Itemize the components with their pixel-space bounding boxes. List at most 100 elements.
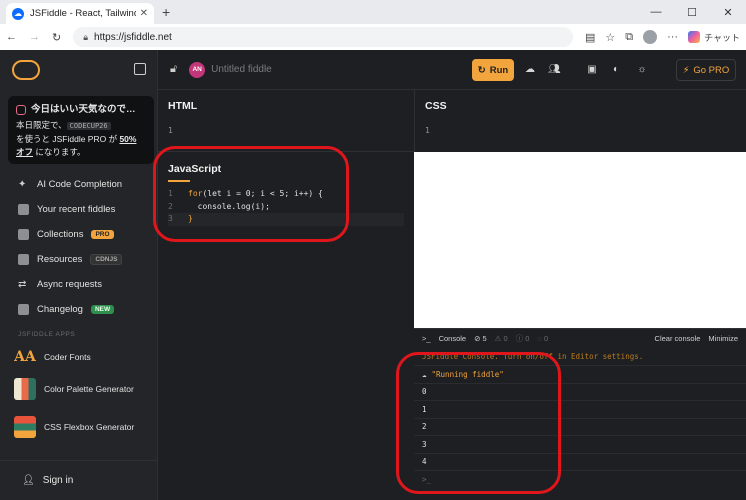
sidebar-item-changelog[interactable]: Changelog NEW [0, 297, 158, 322]
log-count-value: 0 [543, 334, 549, 343]
user-avatar[interactable]: AN [189, 61, 206, 78]
address-toolbar: ← → ↻ 🔒︎ https://jsfiddle.net ▤ ☆ ⧉ ··· … [0, 24, 746, 50]
sidebar-item-resources[interactable]: Resources CDNJS [0, 247, 158, 272]
close-window-button[interactable]: ✕ [710, 0, 746, 24]
console-tab[interactable]: Console [439, 334, 467, 343]
sidebar: 今日はいい天気なので… 本日限定で、 CODECUP26 を使うと JSFiddl… [0, 50, 158, 500]
app-label: CSS Flexbox Generator [44, 422, 135, 432]
more-icon[interactable]: ··· [667, 31, 678, 43]
promo-off: オフ [16, 147, 34, 157]
sidebar-item-label: Your recent fiddles [37, 204, 116, 215]
promo-banner[interactable]: 今日はいい天気なので… 本日限定で、 CODECUP26 を使うと JSFiddl… [8, 96, 154, 164]
promo-line2: を使うと JSFiddle PRO が [16, 134, 120, 144]
grid-icon [18, 204, 29, 215]
go-pro-button[interactable]: ⚡︎ Go PRO [676, 59, 736, 81]
address-bar[interactable]: 🔒︎ https://jsfiddle.net [73, 27, 573, 47]
palette-thumb-icon [14, 378, 36, 400]
collaborate-users-icon[interactable]: 👥︎ [548, 64, 561, 76]
bolt-icon: ⚡︎ [682, 64, 690, 76]
warn-count-value: 0 [503, 334, 508, 343]
sign-in-label: Sign in [42, 475, 74, 486]
theme-sun-icon[interactable]: ☼ [636, 64, 648, 76]
maximize-button[interactable]: ☐ [674, 0, 710, 24]
css-pane-title: CSS [425, 100, 447, 112]
layout-icon[interactable]: ▣ [586, 64, 598, 76]
sidebar-item-label: AI Code Completion [37, 179, 123, 190]
browser-tab[interactable]: ☁ JSFiddle - React, Tailwind, and cod ✕ [6, 3, 154, 24]
app-color-palette-generator[interactable]: Color Palette Generator [14, 378, 134, 400]
jsfiddle-logo-icon[interactable] [12, 60, 40, 80]
stack-icon [18, 229, 29, 240]
console-header: >_ Console ⊘ 5 ⚠ 0 ⓘ 0 ◌ 0 Clear console… [414, 328, 746, 348]
sign-in-button[interactable]: 👤︎ Sign in [0, 460, 158, 500]
css-editor-pane[interactable]: CSS 1 [414, 90, 746, 152]
site-info-icon[interactable]: 🔒︎ [83, 32, 88, 43]
info-count: ⓘ 0 [515, 334, 530, 343]
promo-line1: 本日限定で、 [16, 120, 67, 130]
tab-bar: ☁ JSFiddle - React, Tailwind, and cod ✕ … [0, 0, 746, 24]
html-pane-title: HTML [168, 100, 198, 112]
sidebar-item-recent-fiddles[interactable]: Your recent fiddles [0, 197, 158, 222]
info-count-value: 0 [525, 334, 530, 343]
minimize-console-button[interactable]: Minimize [708, 334, 738, 343]
app-label: Coder Fonts [44, 352, 91, 362]
jsfiddle-favicon-icon: ☁ [12, 7, 24, 20]
result-preview[interactable] [414, 152, 746, 328]
back-icon[interactable]: ← [6, 31, 17, 43]
log-count: ◌ 0 [537, 334, 549, 343]
browser-chrome: ☁ JSFiddle - React, Tailwind, and cod ✕ … [0, 0, 746, 50]
fiddle-title[interactable]: Untitled fiddle [211, 64, 272, 75]
upload-cloud-icon[interactable]: ☁ [524, 64, 536, 76]
app-coder-fonts[interactable]: AA Coder Fonts [14, 346, 91, 368]
promo-title: 今日はいい天気なので… [31, 104, 136, 115]
promo-code: CODECUP26 [66, 122, 111, 130]
html-editor-pane[interactable]: HTML 1 [158, 90, 414, 152]
copilot-button[interactable]: チャット [688, 31, 740, 44]
error-count: ⊘ 5 [474, 334, 487, 343]
promo-line3: になります。 [33, 147, 86, 157]
sidebar-item-collections[interactable]: Collections PRO [0, 222, 158, 247]
run-button[interactable]: ↻ Run [472, 59, 514, 81]
annotation-circle-console [396, 352, 561, 494]
user-icon: 👤︎ [22, 475, 35, 486]
warn-count: ⚠ 0 [494, 334, 508, 343]
clear-console-button[interactable]: Clear console [655, 334, 701, 343]
coder-fonts-thumb-icon: AA [14, 346, 36, 368]
layers-icon [18, 254, 29, 265]
sidebar-item-label: Resources [37, 254, 83, 265]
editor-topbar: 🔓︎ AN Untitled fiddle ↻ Run ☁ 👥︎ ▣ ◐ ☼ ⚡… [158, 50, 746, 90]
window-controls: — ☐ ✕ [638, 0, 746, 24]
error-count-value: 5 [482, 334, 487, 343]
forward-icon[interactable]: → [29, 31, 40, 43]
run-label: Run [489, 64, 509, 76]
copilot-label: チャット [704, 32, 740, 43]
sidebar-item-async-requests[interactable]: ⇄ Async requests [0, 272, 158, 297]
html-line-number: 1 [168, 126, 173, 135]
sidebar-item-label: Changelog [37, 304, 83, 315]
toggle-icon[interactable]: ◐ [610, 64, 622, 76]
sidebar-item-ai-code-completion[interactable]: ✦ AI Code Completion [0, 172, 158, 197]
new-tab-button[interactable]: + [162, 4, 170, 20]
profile-avatar[interactable] [643, 30, 658, 44]
reader-icon[interactable]: ▤ [585, 31, 595, 44]
tab-title: JSFiddle - React, Tailwind, and cod [30, 8, 136, 19]
collections-icon[interactable]: ⧉ [625, 31, 633, 44]
flexbox-thumb-icon [14, 416, 36, 438]
tab-close-icon[interactable]: ✕ [140, 8, 148, 19]
favorite-star-icon[interactable]: ☆ [605, 31, 615, 44]
apps-heading: JSFIDDLE APPS [18, 331, 76, 338]
minimize-button[interactable]: — [638, 0, 674, 24]
cdnjs-badge: CDNJS [90, 254, 123, 265]
new-badge: NEW [90, 305, 115, 314]
swap-icon: ⇄ [18, 279, 27, 290]
url-text: https://jsfiddle.net [94, 31, 172, 43]
copilot-icon [688, 31, 701, 43]
lock-icon[interactable]: 🔓︎ [170, 63, 177, 76]
run-icon: ↻ [477, 64, 486, 76]
sidebar-toggle-icon[interactable] [134, 63, 146, 75]
sparkle-icon: ✦ [18, 179, 27, 190]
app-css-flexbox-generator[interactable]: CSS Flexbox Generator [14, 416, 134, 438]
app-label: Color Palette Generator [44, 384, 134, 394]
reload-icon[interactable]: ↻ [52, 31, 61, 44]
promo-discount: 50% [119, 134, 137, 144]
